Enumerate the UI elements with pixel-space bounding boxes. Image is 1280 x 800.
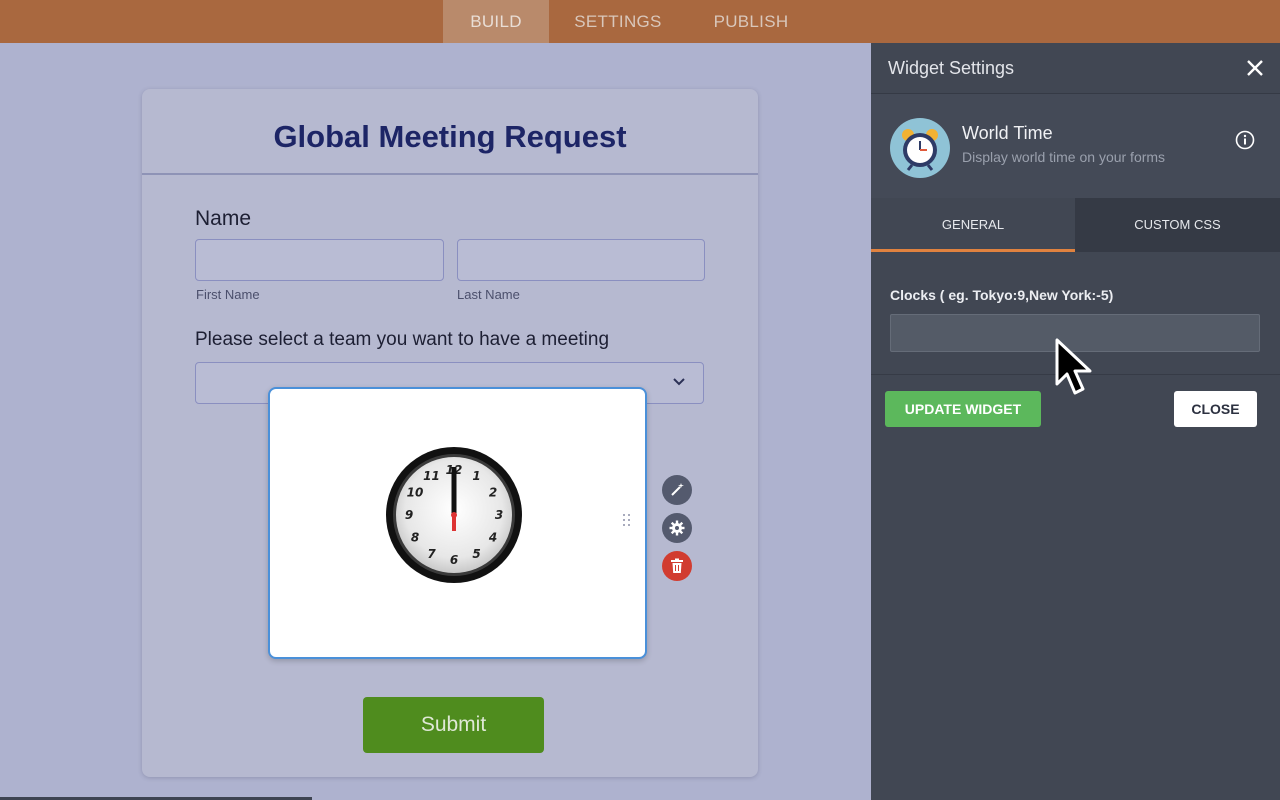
drag-handle-icon[interactable] [622,512,632,528]
trash-icon [671,558,683,573]
widget-settings-panel: Widget Settings World Time Display world… [871,43,1280,800]
name-label: Name [195,207,252,230]
clock-face: 121234567891011 [386,447,522,583]
form-builder-canvas: Global Meeting Request Name First Name L… [0,43,871,800]
clock-numeral: 9 [405,508,413,522]
clocks-label: Clocks ( eg. Tokyo:9,New York:-5) [890,287,1114,303]
first-name-sublabel: First Name [196,287,260,302]
close-button[interactable]: CLOSE [1174,391,1257,427]
team-label: Please select a team you want to have a … [195,329,610,350]
widget-description: Display world time on your forms [962,149,1166,165]
top-nav: BUILD SETTINGS PUBLISH [0,0,1280,43]
first-name-input[interactable] [195,239,444,281]
tab-custom-css[interactable]: CUSTOM CSS [1075,198,1280,252]
clock-numeral: 10 [407,486,424,500]
tab-settings[interactable]: SETTINGS [549,0,687,43]
clock-numeral: 2 [489,486,497,500]
tab-build[interactable]: BUILD [443,0,549,43]
clock-numeral: 7 [427,547,436,561]
panel-tabs: GENERAL CUSTOM CSS [871,198,1280,252]
tab-publish[interactable]: PUBLISH [687,0,815,43]
tab-general[interactable]: GENERAL [871,198,1075,252]
gear-button[interactable] [662,513,692,543]
panel-header: Widget Settings [871,43,1280,94]
mouse-cursor-icon [1055,338,1092,395]
close-icon[interactable] [1245,58,1265,78]
last-name-sublabel: Last Name [457,287,520,302]
chevron-down-icon [673,378,685,386]
clock-numeral: 6 [450,553,458,567]
alarm-clock-icon [890,118,950,178]
panel-title: Widget Settings [888,58,1015,78]
form-title[interactable]: Global Meeting Request [142,89,758,175]
update-widget-button[interactable]: UPDATE WIDGET [885,391,1041,427]
wand-button[interactable] [662,475,692,505]
clock-numeral: 8 [411,531,419,545]
top-nav-tabs: BUILD SETTINGS PUBLISH [443,0,815,43]
clock-numeral: 1 [472,469,480,483]
form-card: Global Meeting Request Name First Name L… [142,89,758,777]
magic-wand-icon [671,483,684,496]
submit-button[interactable]: Submit [363,697,544,753]
world-time-widget[interactable]: 121234567891011 [268,387,647,659]
clock-numeral: 4 [488,531,497,545]
widget-name: World Time [962,123,1053,143]
gear-icon [669,520,685,536]
clock-numeral: 11 [423,469,440,483]
clock-numeral: 5 [472,547,480,561]
last-name-input[interactable] [457,239,705,281]
widget-info: World Time Display world time on your fo… [871,94,1280,198]
delete-button[interactable] [662,551,692,581]
clock-numeral: 3 [495,508,503,522]
info-icon[interactable] [1235,130,1255,150]
